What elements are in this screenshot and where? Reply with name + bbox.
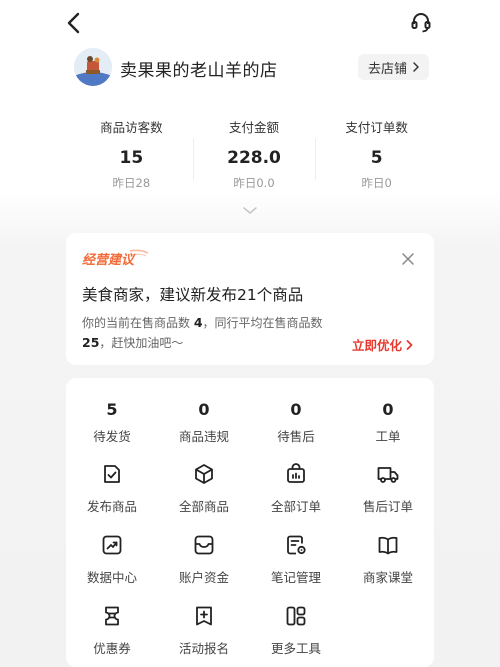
tool-label: 笔记管理 <box>270 570 321 585</box>
stat-label: 支付金额 <box>229 120 280 135</box>
count-label: 商品违规 <box>178 429 229 444</box>
suggestion-title: 美食商家，建议新发布21个商品 <box>82 286 304 304</box>
chart-icon <box>102 535 122 555</box>
stat-label: 商品访客数 <box>100 120 163 135</box>
count-value: 5 <box>106 400 118 419</box>
stat-previous: 昨日0 <box>361 176 392 190</box>
tool-aftersale-orders[interactable]: 售后订单 <box>342 462 434 533</box>
tool-label: 发布商品 <box>86 499 137 514</box>
count-label: 待发货 <box>93 429 131 444</box>
more-tools-icon <box>286 606 306 626</box>
publish-product-icon <box>104 465 120 483</box>
tool-empty-slot <box>342 604 434 667</box>
current-product-count: 4 <box>193 315 203 330</box>
overview-stats: 商品访客数 15 昨日28 支付金额 228.0 昨日0.0 支付订单数 5 昨… <box>70 118 438 196</box>
shop-name: 卖果果的老山羊的店 <box>120 61 278 81</box>
chevron-right-icon <box>406 339 413 350</box>
order-bag-icon <box>287 463 305 483</box>
tool-data-center[interactable]: 数据中心 <box>66 533 158 604</box>
suggestion-body-suffix: ，赶快加油吧～ <box>99 336 184 350</box>
go-to-shop-label: 去店铺 <box>368 61 408 77</box>
tool-label: 账户资金 <box>178 570 229 585</box>
shop-avatar[interactable] <box>74 48 112 86</box>
stat-payment-amount[interactable]: 支付金额 228.0 昨日0.0 <box>192 118 316 196</box>
tool-coupons[interactable]: 优惠券 <box>66 604 158 667</box>
truck-icon <box>377 467 399 483</box>
tool-all-orders[interactable]: 全部订单 <box>250 462 342 533</box>
go-to-shop-button[interactable]: 去店铺 <box>358 54 430 80</box>
optimize-now-button[interactable]: 立即优化 <box>352 335 414 354</box>
order-counts: 5 待发货 0 商品违规 0 待售后 0 工单 <box>66 400 434 445</box>
count-tickets[interactable]: 0 工单 <box>342 400 434 445</box>
expand-chevron-icon[interactable] <box>236 204 264 218</box>
coupon-icon <box>105 606 119 626</box>
close-icon[interactable] <box>400 251 416 267</box>
tool-label: 数据中心 <box>86 570 137 585</box>
chevron-right-icon <box>413 62 419 72</box>
count-value: 0 <box>382 400 394 419</box>
stat-value: 5 <box>370 148 383 168</box>
count-pending-shipment[interactable]: 5 待发货 <box>66 400 158 445</box>
back-arrow-icon[interactable] <box>62 10 88 36</box>
tool-more-tools[interactable]: 更多工具 <box>250 604 342 667</box>
box-icon <box>195 464 213 484</box>
book-icon <box>378 536 398 555</box>
tool-label: 全部商品 <box>178 499 229 514</box>
suggestion-body-prefix: 你的当前在售商品数 <box>82 316 194 330</box>
tool-label: 优惠券 <box>93 641 131 656</box>
tool-merchant-classroom[interactable]: 商家课堂 <box>342 533 434 604</box>
suggestion-tag: 经营建议 <box>82 253 135 268</box>
stat-previous: 昨日0.0 <box>233 176 275 190</box>
tool-account-funds[interactable]: 账户资金 <box>158 533 250 604</box>
tool-label: 售后订单 <box>362 499 413 514</box>
business-suggestion-card: 经营建议 美食商家，建议新发布21个商品 你的当前在售商品数 4，同行平均在售商… <box>66 233 434 365</box>
suggestion-body: 你的当前在售商品数 4，同行平均在售商品数 25，赶快加油吧～ <box>82 313 344 353</box>
tool-all-products[interactable]: 全部商品 <box>158 462 250 533</box>
stat-value: 15 <box>119 148 144 168</box>
count-product-violations[interactable]: 0 商品违规 <box>158 400 250 445</box>
activity-signup-icon <box>196 606 212 626</box>
note-settings-icon <box>287 535 306 555</box>
stat-value: 228.0 <box>227 148 281 168</box>
count-value: 0 <box>290 400 302 419</box>
wallet-icon <box>194 535 214 555</box>
customer-service-icon[interactable] <box>408 10 434 36</box>
tools-card: 5 待发货 0 商品违规 0 待售后 0 工单 发布商品 全部商品 全部订单 售… <box>66 378 434 667</box>
tool-label: 更多工具 <box>270 641 321 656</box>
count-label: 待售后 <box>277 429 315 444</box>
shop-header: 卖果果的老山羊的店 去店铺 <box>0 46 500 90</box>
top-bar <box>0 0 500 46</box>
tool-activity-signup[interactable]: 活动报名 <box>158 604 250 667</box>
tool-note-management[interactable]: 笔记管理 <box>250 533 342 604</box>
tool-label: 活动报名 <box>178 641 229 656</box>
optimize-now-label: 立即优化 <box>352 338 403 353</box>
count-label: 工单 <box>375 429 401 444</box>
count-value: 0 <box>198 400 210 419</box>
count-pending-aftersale[interactable]: 0 待售后 <box>250 400 342 445</box>
tool-label: 全部订单 <box>270 499 321 514</box>
suggestion-body-middle: ，同行平均在售商品数 <box>202 316 323 330</box>
tools-grid: 发布商品 全部商品 全部订单 售后订单 数据中心 账户资金 笔记管理 商家课堂 … <box>66 462 434 667</box>
stat-previous: 昨日28 <box>112 176 151 190</box>
stat-payment-orders[interactable]: 支付订单数 5 昨日0 <box>315 118 438 196</box>
stat-visitors[interactable]: 商品访客数 15 昨日28 <box>70 118 193 196</box>
stat-label: 支付订单数 <box>345 120 408 135</box>
tool-label: 商家课堂 <box>362 570 413 585</box>
tool-publish-product[interactable]: 发布商品 <box>66 462 158 533</box>
average-product-count: 25 <box>82 335 100 350</box>
